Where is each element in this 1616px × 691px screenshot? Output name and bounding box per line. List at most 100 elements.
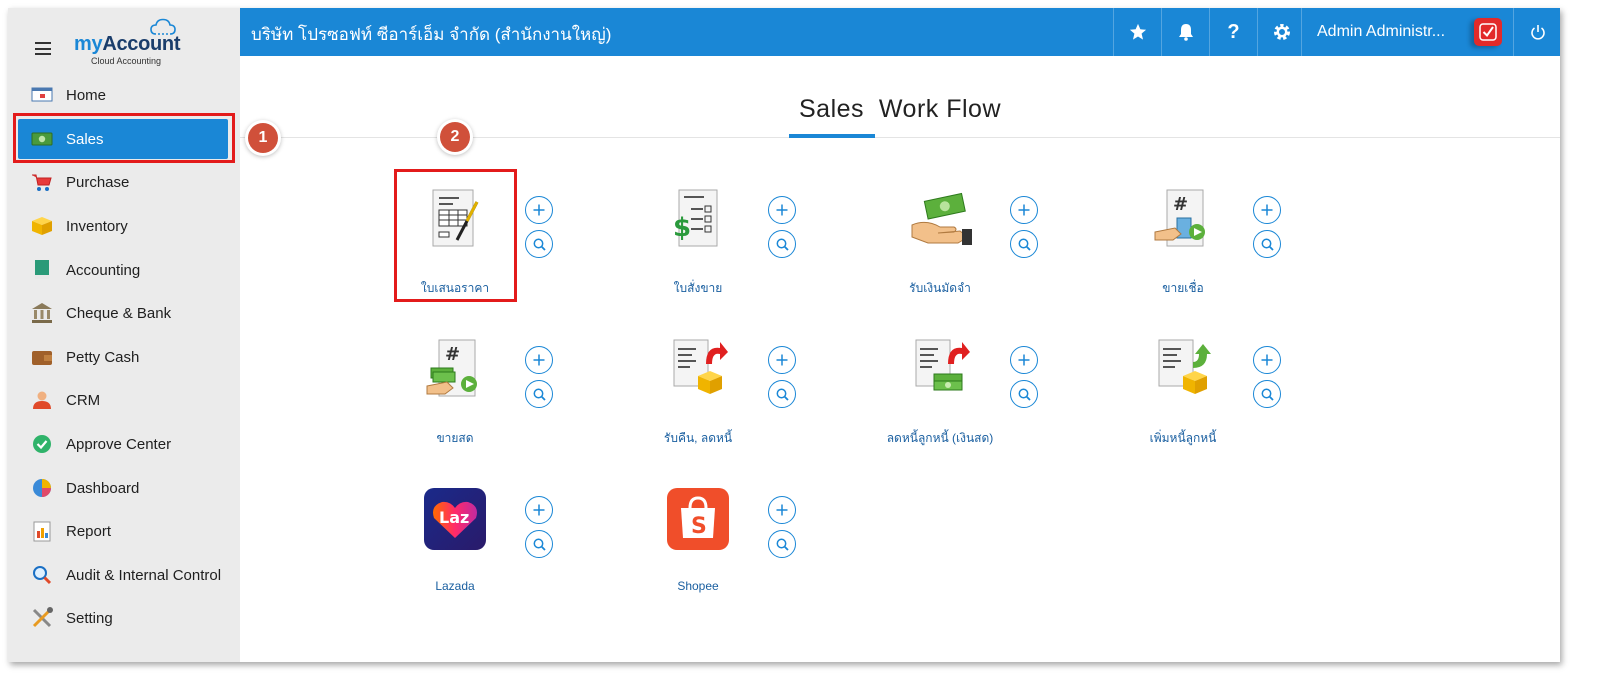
tile-deposit: รับเงินมัดจำ — [885, 176, 1038, 316]
tile-debit-note: เพิ่มหนี้ลูกหนี้ — [1128, 326, 1281, 466]
tile-label[interactable]: Lazada — [400, 579, 510, 593]
sidebar-item-label: CRM — [66, 391, 101, 409]
sidebar-item-home[interactable]: Home — [8, 75, 240, 115]
search-icon — [533, 388, 546, 401]
return-credit-icon[interactable] — [663, 334, 733, 404]
sidebar-item-crm[interactable]: CRM — [8, 380, 240, 420]
add-button[interactable] — [525, 346, 553, 374]
search-button[interactable] — [525, 530, 553, 558]
search-button[interactable] — [1010, 380, 1038, 408]
add-button[interactable] — [1010, 196, 1038, 224]
sidebar-item-label: Home — [66, 86, 107, 104]
sidebar-item-audit[interactable]: Audit & Internal Control — [8, 555, 240, 595]
tile-label[interactable]: Shopee — [643, 579, 753, 593]
cash-sale-icon[interactable]: # — [420, 334, 490, 404]
svg-text:#: # — [1173, 194, 1188, 215]
cash-credit-note-icon[interactable] — [905, 334, 975, 404]
search-icon — [776, 238, 789, 251]
title-underline — [789, 134, 875, 138]
tile-label[interactable]: ใบเสนอราคา — [400, 279, 510, 298]
search-button[interactable] — [1010, 230, 1038, 258]
search-button[interactable] — [768, 230, 796, 258]
svg-text:$: $ — [673, 213, 691, 243]
search-button[interactable] — [525, 230, 553, 258]
user-name: Admin Administr... — [1317, 23, 1446, 40]
debit-note-icon[interactable] — [1148, 334, 1218, 404]
lazada-icon[interactable]: Laz — [420, 484, 490, 554]
deposit-icon[interactable] — [905, 184, 975, 254]
tile-label[interactable]: เพิ่มหนี้ลูกหนี้ — [1128, 429, 1238, 448]
user-menu[interactable]: Admin Administr... — [1301, 8, 1513, 56]
step-badge-1: 1 — [248, 123, 278, 153]
plus-icon — [776, 354, 788, 366]
search-button[interactable] — [768, 530, 796, 558]
sidebar-item-approve-center[interactable]: Approve Center — [8, 424, 240, 464]
tile-label[interactable]: ขายสด — [400, 429, 510, 448]
search-icon — [1261, 238, 1274, 251]
plus-icon — [776, 504, 788, 516]
credit-sale-icon[interactable]: # — [1148, 184, 1218, 254]
svg-text:S: S — [691, 514, 707, 539]
home-icon — [31, 84, 53, 106]
help-icon: ? — [1227, 20, 1240, 43]
sidebar-item-cheque-bank[interactable]: Cheque & Bank — [8, 293, 240, 333]
quotation-icon[interactable] — [420, 184, 490, 254]
sidebar-item-sales[interactable]: Sales — [18, 119, 228, 159]
user-avatar-icon — [1474, 18, 1502, 46]
add-button[interactable] — [525, 196, 553, 224]
tile-return-credit: รับคืน, ลดหนี้ — [643, 326, 796, 466]
plus-icon — [1261, 354, 1273, 366]
add-button[interactable] — [1253, 196, 1281, 224]
search-icon — [533, 538, 546, 551]
add-button[interactable] — [1253, 346, 1281, 374]
notifications-button[interactable] — [1161, 8, 1209, 56]
add-button[interactable] — [768, 496, 796, 524]
add-button[interactable] — [1010, 346, 1038, 374]
magnifier-icon — [31, 564, 53, 586]
sidebar-item-label: Audit & Internal Control — [66, 566, 222, 584]
app-window: myAccount Cloud Accounting Home Sales Pu… — [8, 8, 1560, 662]
plus-icon — [1018, 204, 1030, 216]
pie-chart-icon — [31, 477, 53, 499]
add-button[interactable] — [768, 196, 796, 224]
sidebar-item-petty-cash[interactable]: Petty Cash — [8, 337, 240, 377]
tile-sales-order: $ ใบสั่งขาย — [643, 176, 796, 316]
plus-icon — [1018, 354, 1030, 366]
search-button[interactable] — [1253, 230, 1281, 258]
shopee-icon[interactable]: S — [663, 484, 733, 554]
tile-shopee: S Shopee — [643, 476, 796, 616]
add-button[interactable] — [525, 496, 553, 524]
search-button[interactable] — [1253, 380, 1281, 408]
sidebar-item-purchase[interactable]: Purchase — [8, 162, 240, 202]
sidebar-item-label: Approve Center — [66, 435, 172, 453]
search-button[interactable] — [768, 380, 796, 408]
tile-label[interactable]: ใบสั่งขาย — [643, 279, 753, 298]
search-button[interactable] — [525, 380, 553, 408]
sidebar-item-report[interactable]: Report — [8, 511, 240, 551]
gear-icon — [1273, 24, 1290, 40]
tile-label[interactable]: รับเงินมัดจำ — [885, 279, 995, 298]
favorites-button[interactable] — [1113, 8, 1161, 56]
logout-button[interactable] — [1513, 8, 1560, 56]
sidebar-item-label: Setting — [66, 609, 113, 627]
settings-button[interactable] — [1257, 8, 1305, 56]
sales-order-icon[interactable]: $ — [663, 184, 733, 254]
tile-label[interactable]: ขายเชื่อ — [1128, 279, 1238, 298]
svg-text:#: # — [445, 344, 460, 365]
tile-label[interactable]: รับคืน, ลดหนี้ — [643, 429, 753, 448]
power-icon — [1530, 25, 1545, 40]
menu-icon[interactable] — [35, 42, 51, 55]
sidebar-item-dashboard[interactable]: Dashboard — [8, 468, 240, 508]
sidebar-item-inventory[interactable]: Inventory — [8, 206, 240, 246]
add-button[interactable] — [768, 346, 796, 374]
tile-label[interactable]: ลดหนี้ลูกหนี้ (เงินสด) — [885, 429, 995, 448]
tile-credit-sale: # ขายเชื่อ — [1128, 176, 1281, 316]
tile-cash-credit-note: ลดหนี้ลูกหนี้ (เงินสด) — [885, 326, 1038, 466]
sidebar-item-setting[interactable]: Setting — [8, 598, 240, 638]
sidebar-item-label: Inventory — [66, 217, 128, 235]
top-bar: บริษัท โปรซอฟท์ ซีอาร์เอ็ม จำกัด (สำนักง… — [240, 8, 1560, 56]
sidebar-item-accounting[interactable]: Accounting — [8, 250, 240, 290]
help-button[interactable]: ? — [1209, 8, 1257, 56]
page-title: Sales Work Flow — [798, 95, 1002, 123]
logo-area: myAccount Cloud Accounting — [8, 8, 240, 80]
